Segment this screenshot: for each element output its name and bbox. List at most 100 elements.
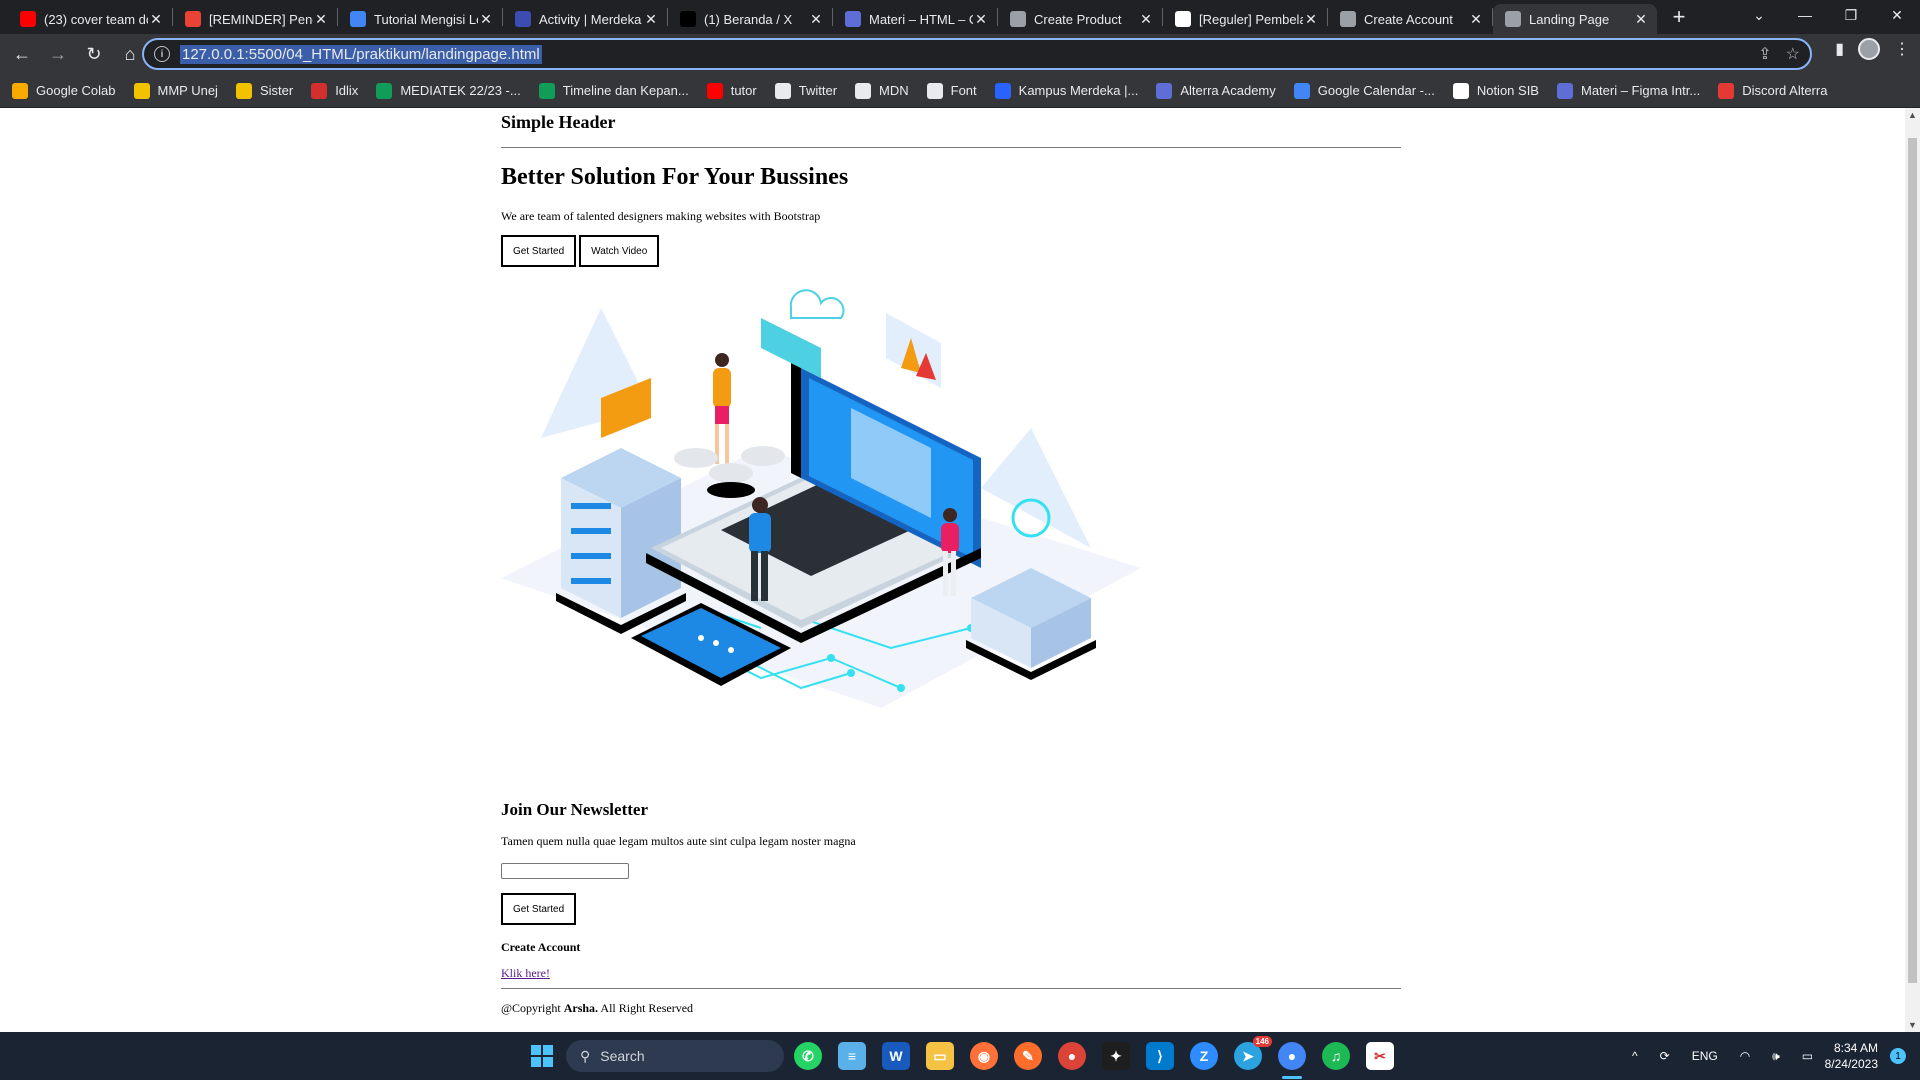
file-explorer-icon[interactable]: ▭ — [926, 1042, 954, 1070]
copyright-prefix: @Copyright — [501, 1001, 561, 1015]
bookmark-label: tutor — [730, 83, 757, 98]
telegram-icon[interactable]: ➤ 146 — [1234, 1036, 1272, 1070]
newsletter-email-input[interactable] — [501, 863, 629, 879]
scrollbar-thumb[interactable] — [1908, 138, 1917, 983]
whatsapp-icon[interactable]: ✆ — [794, 1042, 822, 1070]
menu-icon[interactable]: ⋮ — [1894, 39, 1910, 59]
tab-close-icon[interactable]: ✕ — [1468, 11, 1484, 28]
sync-icon[interactable]: ⟳ — [1660, 1049, 1670, 1063]
bookmark-label: Google Calendar -... — [1317, 83, 1435, 98]
bookmark-item[interactable]: Notion SIB — [1452, 82, 1539, 99]
bookmark-star-icon[interactable]: ☆ — [1786, 44, 1800, 64]
gmail-icon — [185, 11, 201, 27]
bookmark-label: MMP Unej — [157, 83, 218, 98]
discord-icon — [1718, 82, 1735, 99]
create-account-link[interactable]: Klik here! — [501, 966, 550, 981]
tab-close-icon[interactable]: ✕ — [643, 11, 659, 28]
word-icon[interactable]: W — [882, 1042, 910, 1070]
bookmark-item[interactable]: Sister — [235, 82, 293, 99]
wifi-icon[interactable]: ◠ — [1740, 1049, 1750, 1063]
browser-tab[interactable]: [Reguler] Pembelaj ✕ — [1163, 4, 1327, 34]
share-icon[interactable]: ⇪ — [1758, 44, 1771, 64]
clock[interactable]: 8:34 AM 8/24/2023 — [1825, 1040, 1878, 1072]
snipping-tool-icon[interactable]: ✂ — [1366, 1042, 1394, 1070]
bookmark-item[interactable]: Google Colab — [12, 82, 116, 99]
url-text[interactable]: 127.0.0.1:5500/04_HTML/praktikum/landing… — [180, 44, 542, 64]
volume-icon[interactable]: 🕪 — [1772, 1049, 1780, 1064]
scroll-down-icon[interactable]: ▼ — [1907, 1020, 1918, 1030]
page-scrollbar[interactable]: ▲ ▼ — [1905, 108, 1920, 1032]
minimize-icon[interactable]: — — [1782, 0, 1828, 30]
browser-tab[interactable]: [REMINDER] Pengi ✕ — [173, 4, 337, 34]
chrome-active-icon[interactable]: ● — [1278, 1042, 1306, 1070]
pen-app-icon[interactable]: ✎ — [1014, 1042, 1042, 1070]
alterra-icon — [1156, 82, 1173, 99]
taskbar-search[interactable]: ⚲ Search — [566, 1040, 784, 1072]
tab-close-icon[interactable]: ✕ — [1303, 11, 1319, 28]
vscode-icon[interactable]: ⟩ — [1146, 1042, 1174, 1070]
battery-icon[interactable]: ▭ — [1802, 1049, 1813, 1063]
tab-close-icon[interactable]: ✕ — [973, 11, 989, 28]
bookmark-item[interactable]: MMP Unej — [133, 82, 218, 99]
scroll-up-icon[interactable]: ▲ — [1907, 110, 1918, 120]
language-indicator[interactable]: ENG — [1692, 1049, 1718, 1063]
tray-chevron-icon[interactable]: ^ — [1632, 1049, 1638, 1063]
browser-tab[interactable]: (23) cover team do ✕ — [8, 4, 172, 34]
browser-tab[interactable]: Tutorial Mengisi Lo ✕ — [338, 4, 502, 34]
profile-avatar[interactable] — [1858, 38, 1880, 60]
zoom-icon[interactable]: Z — [1190, 1042, 1218, 1070]
get-started-button[interactable]: Get Started — [501, 235, 577, 267]
bookmark-item[interactable]: Kampus Merdeka |... — [994, 82, 1138, 99]
new-tab-button[interactable]: + — [1663, 4, 1695, 30]
address-bar[interactable]: i 127.0.0.1:5500/04_HTML/praktikum/landi… — [142, 38, 1812, 70]
browser-tab[interactable]: Create Product ✕ — [998, 4, 1162, 34]
reload-icon[interactable]: ↻ — [78, 38, 110, 70]
bookmark-item[interactable]: Materi – Figma Intr... — [1556, 82, 1701, 99]
bookmark-item[interactable]: tutor — [706, 82, 757, 99]
windows-start-icon[interactable] — [528, 1042, 556, 1070]
browser-tab[interactable]: Materi – HTML – C ✕ — [833, 4, 997, 34]
notification-badge[interactable]: 1 — [1890, 1048, 1906, 1064]
tab-search-icon[interactable]: ⌄ — [1736, 0, 1782, 30]
page-viewport: Simple Header Better Solution For Your B… — [0, 108, 1905, 1032]
browser-tab[interactable]: Activity | Merdeka ✕ — [503, 4, 667, 34]
tab-close-icon[interactable]: ✕ — [313, 11, 329, 28]
tab-title: Landing Page — [1529, 11, 1610, 27]
newsletter-get-started-button[interactable]: Get Started — [501, 893, 577, 925]
tab-close-icon[interactable]: ✕ — [1138, 11, 1154, 28]
tab-title: Create Product — [1034, 11, 1122, 27]
figma-icon[interactable]: ✦ — [1102, 1042, 1130, 1070]
browser-tab[interactable]: Landing Page ✕ — [1493, 4, 1657, 34]
bookmark-label: MDN — [879, 83, 909, 98]
chrome-icon[interactable]: ● — [1058, 1042, 1086, 1070]
forward-icon[interactable]: → — [42, 38, 74, 70]
browser-tab[interactable]: (1) Beranda / X ✕ — [668, 4, 832, 34]
close-window-icon[interactable]: ✕ — [1874, 0, 1920, 30]
bookmark-item[interactable]: Font — [926, 82, 977, 99]
tab-close-icon[interactable]: ✕ — [148, 11, 164, 28]
bookmark-item[interactable]: Discord Alterra — [1718, 82, 1827, 99]
bookmark-item[interactable]: Alterra Academy — [1156, 82, 1276, 99]
bookmark-label: Materi – Figma Intr... — [1580, 83, 1701, 98]
site-info-icon[interactable]: i — [154, 46, 170, 62]
bookmark-item[interactable]: MDN — [855, 82, 909, 99]
back-icon[interactable]: ← — [6, 38, 38, 70]
notepad-icon[interactable]: ≡ — [838, 1042, 866, 1070]
bookmark-item[interactable]: Timeline dan Kepan... — [538, 82, 689, 99]
side-panel-icon[interactable]: ▮ — [1835, 39, 1844, 59]
bookmark-item[interactable]: Google Calendar -... — [1293, 82, 1435, 99]
tab-close-icon[interactable]: ✕ — [1633, 11, 1649, 28]
watch-video-button[interactable]: Watch Video — [579, 235, 660, 267]
restore-icon[interactable]: ❐ — [1828, 0, 1874, 30]
bookmark-item[interactable]: MEDIATEK 22/23 -... — [376, 82, 521, 99]
bookmark-item[interactable]: Idlix — [311, 82, 358, 99]
search-icon: ⚲ — [580, 1047, 591, 1064]
browser-tab[interactable]: Create Account ✕ — [1328, 4, 1492, 34]
youtube-icon — [706, 82, 723, 99]
firefox-icon[interactable]: ◉ — [970, 1042, 998, 1070]
bookmark-item[interactable]: Twitter — [774, 82, 837, 99]
spotify-icon[interactable]: ♫ — [1322, 1042, 1350, 1070]
tab-close-icon[interactable]: ✕ — [478, 11, 494, 28]
browser-toolbar: ← → ↻ ⌂ i 127.0.0.1:5500/04_HTML/praktik… — [0, 34, 1920, 74]
tab-close-icon[interactable]: ✕ — [808, 11, 824, 28]
